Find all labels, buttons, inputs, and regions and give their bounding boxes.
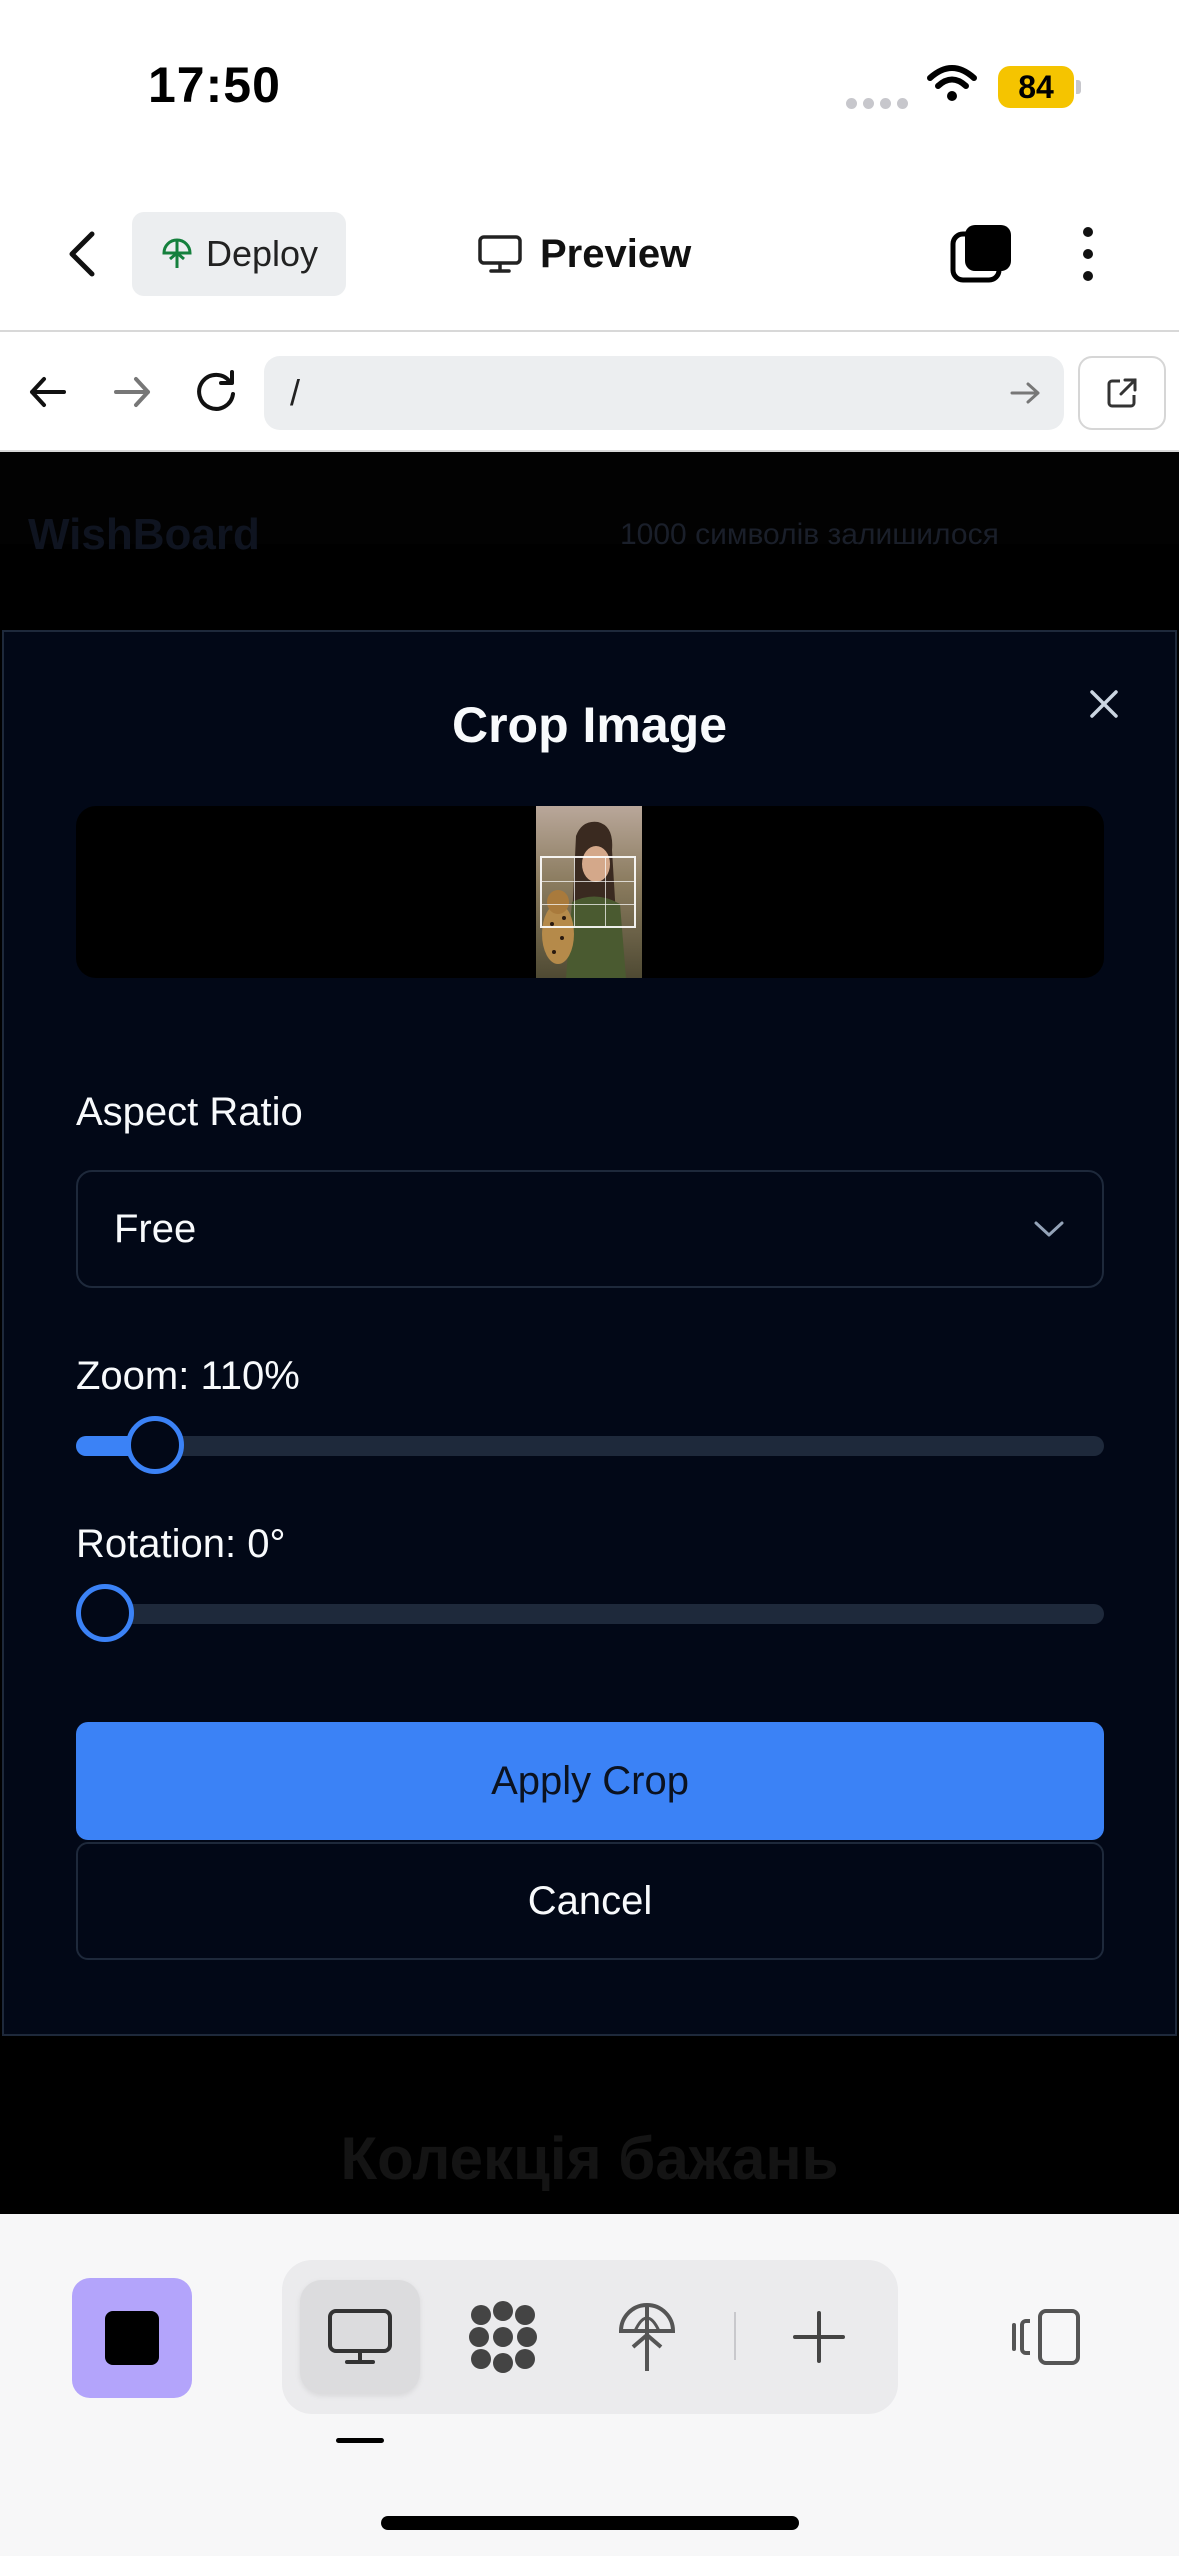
stop-icon — [105, 2311, 159, 2365]
url-bar[interactable]: / — [264, 356, 1064, 430]
wifi-icon — [927, 65, 977, 101]
rotation-label: Rotation: 0° — [76, 1522, 286, 1566]
preview-tab[interactable]: Preview — [478, 226, 691, 282]
zoom-slider-thumb[interactable] — [126, 1416, 184, 1474]
background-heading: Колекція бажань — [340, 2125, 839, 2192]
zoom-label: Zoom: 110% — [76, 1354, 300, 1398]
nav-divider — [0, 330, 1179, 332]
crop-selection-box[interactable] — [540, 856, 636, 928]
cellular-signal-icon — [846, 96, 914, 114]
active-tool-indicator — [336, 2438, 384, 2443]
vertical-dots-icon[interactable] — [1074, 222, 1102, 286]
background-char-count: 1000 символів залишилося — [620, 518, 999, 551]
external-link-icon — [1107, 378, 1137, 408]
apply-crop-button[interactable]: Apply Crop — [76, 1722, 1104, 1840]
rotation-slider-track[interactable] — [76, 1604, 1104, 1624]
aspect-ratio-label: Aspect Ratio — [76, 1090, 303, 1134]
grid-circles-icon[interactable] — [458, 2292, 548, 2382]
background-logo: WishBoard — [28, 510, 260, 559]
monitor-icon — [478, 235, 522, 273]
close-icon — [1090, 690, 1118, 718]
monitor-icon — [315, 2292, 405, 2382]
tabs-icon[interactable] — [950, 222, 1014, 286]
arrow-left-icon[interactable] — [26, 370, 70, 414]
zoom-slider-track[interactable] — [76, 1436, 1104, 1456]
url-text: / — [290, 372, 301, 413]
open-external-button[interactable] — [1078, 356, 1166, 430]
preview-label: Preview — [540, 231, 692, 276]
stop-button[interactable] — [72, 2278, 192, 2398]
panel-toggle-icon[interactable] — [1002, 2292, 1092, 2382]
modal-title: Crop Image — [451, 697, 728, 753]
tool-separator — [734, 2312, 736, 2360]
chevron-left-icon[interactable] — [62, 228, 106, 280]
plus-icon[interactable] — [774, 2292, 864, 2382]
deploy-label: Deploy — [205, 233, 319, 274]
status-time: 17:50 — [148, 57, 281, 113]
globe-tree-icon[interactable] — [602, 2292, 692, 2382]
aspect-ratio-select[interactable]: Free — [76, 1170, 1104, 1288]
deploy-button[interactable]: Deploy — [132, 212, 346, 296]
battery-tip — [1076, 80, 1081, 94]
rotation-slider-thumb[interactable] — [76, 1584, 134, 1642]
go-arrow-icon[interactable] — [1008, 378, 1044, 408]
aspect-ratio-value: Free — [114, 1206, 197, 1251]
reload-icon[interactable] — [192, 368, 240, 416]
cancel-button[interactable]: Cancel — [76, 1842, 1104, 1960]
battery-indicator: 84 — [998, 66, 1074, 108]
apply-crop-label: Apply Crop — [491, 1758, 689, 1803]
globe-tree-icon — [162, 238, 192, 268]
cancel-label: Cancel — [527, 1878, 653, 1923]
arrow-right-icon[interactable] — [110, 370, 154, 414]
chevron-down-icon — [1034, 1221, 1064, 1237]
home-indicator[interactable] — [381, 2516, 799, 2530]
close-button[interactable] — [1080, 680, 1128, 728]
